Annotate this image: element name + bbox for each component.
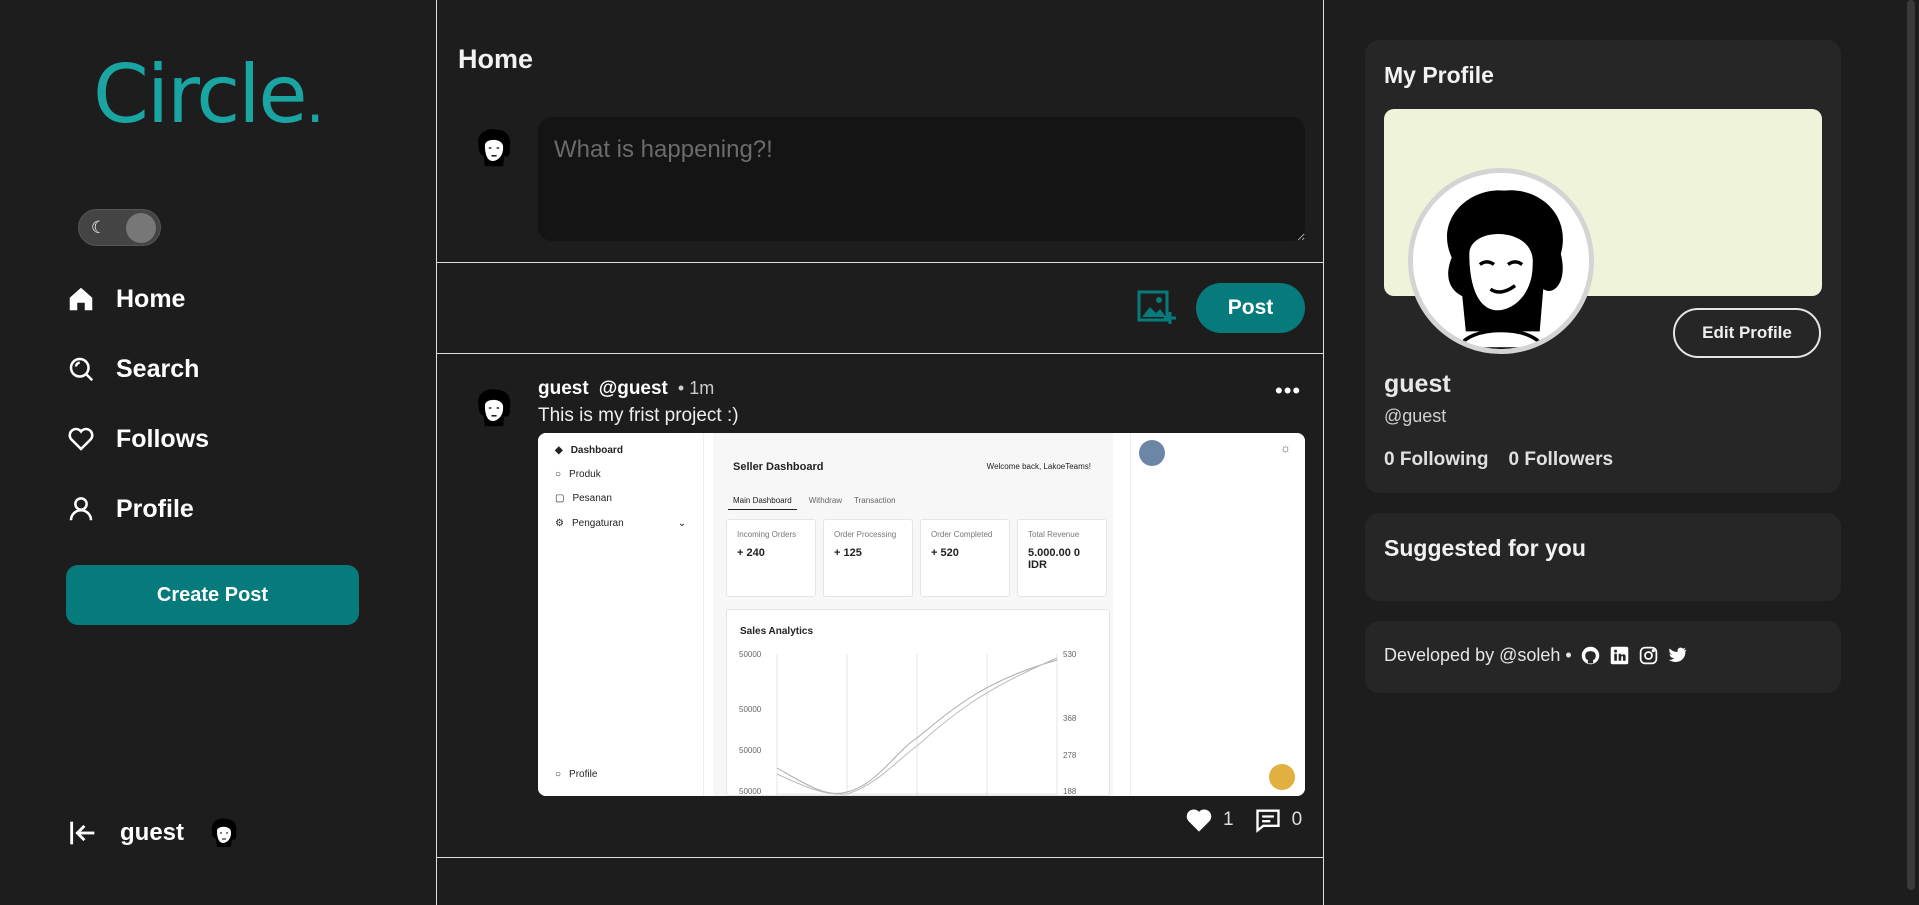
nav-item-profile[interactable]: Profile — [66, 494, 194, 524]
image-welcome: Welcome back, LakoeTeams! — [986, 462, 1091, 471]
more-icon[interactable]: ••• — [1275, 378, 1301, 404]
edit-profile-button[interactable]: Edit Profile — [1673, 308, 1821, 358]
followers-count[interactable]: 0 Followers — [1509, 449, 1614, 471]
divider — [437, 857, 1323, 858]
nav-item-follows[interactable]: Follows — [66, 424, 209, 454]
profile-handle: @guest — [1384, 406, 1447, 426]
footer-text-row: Developed by @soleh • — [1384, 645, 1688, 666]
nav-label: Follows — [116, 424, 210, 453]
heart-icon[interactable] — [1185, 807, 1213, 833]
image-right-panel: ☼ — [1130, 433, 1305, 796]
sun-icon: ☼ — [1280, 441, 1291, 455]
profile-stats: 0 Following 0 Followers — [1384, 449, 1613, 471]
image-dashboard: Seller Dashboard Welcome back, LakoeTeam… — [713, 433, 1113, 796]
post-timestamp: • 1m — [677, 378, 715, 398]
left-sidebar: Circle. ☾ Home Search Follows Profile Cr… — [0, 0, 436, 905]
nav-label: Profile — [116, 494, 194, 523]
toggle-knob — [126, 213, 156, 243]
profile-card-title: My Profile — [1384, 62, 1494, 88]
image-stat-card: Total Revenue 5.000.00 0 IDR — [1017, 519, 1107, 597]
user-icon — [69, 497, 93, 521]
instagram-icon[interactable] — [1638, 645, 1659, 666]
post-actions: 1 0 — [1185, 807, 1302, 833]
footer-text: Developed by @soleh • — [1384, 645, 1572, 665]
logout-row[interactable]: guest — [66, 812, 245, 854]
theme-toggle[interactable]: ☾ — [78, 209, 161, 246]
composer-input[interactable] — [538, 117, 1305, 241]
image-stat-card: Order Processing + 125 — [823, 519, 913, 597]
image-sidebar-item: ⚙ Pengaturan ⌄ — [555, 518, 687, 529]
image-chart: Sales Analytics 50000 50000 50000 50000 … — [726, 609, 1110, 796]
suggested-card: Suggested for you — [1365, 513, 1841, 601]
moon-icon: ☾ — [91, 218, 107, 237]
home-icon — [69, 287, 93, 311]
twitter-icon[interactable] — [1667, 645, 1688, 666]
image-sidebar: ◆ Dashboard ○ Produk ▢ Pesanan ⚙ Pengaturan ⌄… — [538, 433, 704, 796]
logo-dot: . — [305, 67, 325, 137]
divider — [437, 262, 1323, 263]
logo-text: Circle — [93, 48, 308, 141]
footer-card: Developed by @soleh • — [1365, 621, 1841, 693]
sidebar-username: guest — [120, 819, 185, 846]
post-author-handle[interactable]: @guest — [599, 378, 668, 400]
github-icon[interactable] — [1580, 645, 1601, 666]
avatar — [468, 120, 520, 176]
following-count[interactable]: 0 Following — [1384, 449, 1489, 471]
nav-item-home[interactable]: Home — [66, 284, 185, 314]
comment-count: 0 — [1291, 809, 1303, 830]
image-sidebar-item: ○ Profile — [555, 769, 598, 780]
scrollbar-thumb[interactable] — [1907, 0, 1915, 890]
add-image-icon[interactable] — [1137, 290, 1177, 326]
image-sidebar-item: ○ Produk — [555, 469, 601, 480]
avatar[interactable] — [1408, 168, 1594, 354]
page-title: Home — [458, 44, 534, 74]
image-tabs: Main Dashboard Withdraw Transaction — [728, 496, 896, 510]
divider — [437, 353, 1323, 354]
profile-card: My Profile Edit Profile guest @guest 0 F… — [1365, 40, 1841, 493]
nav-label: Home — [116, 284, 186, 313]
image-stat-card: Incoming Orders + 240 — [726, 519, 816, 597]
linkedin-icon[interactable] — [1609, 645, 1630, 666]
profile-name: guest — [1384, 370, 1451, 398]
post-header: guest @guest • 1m — [538, 378, 714, 400]
create-post-button[interactable]: Create Post — [66, 565, 359, 625]
image-avatar — [1139, 440, 1165, 466]
comment-icon[interactable] — [1254, 807, 1282, 833]
image-sidebar-item: ▢ Pesanan — [555, 493, 612, 504]
image-sidebar-item: ◆ Dashboard — [555, 445, 623, 456]
suggested-title: Suggested for you — [1384, 535, 1586, 561]
avatar[interactable] — [468, 380, 520, 436]
image-chart-lines — [776, 654, 1058, 796]
image-badge — [1269, 764, 1295, 790]
image-title: Seller Dashboard — [733, 461, 824, 473]
app-logo[interactable]: Circle. — [93, 48, 325, 141]
search-icon — [69, 357, 94, 382]
post-author-name[interactable]: guest — [538, 378, 589, 400]
nav-item-search[interactable]: Search — [66, 354, 199, 384]
main-column: Home Post guest @guest • 1m ••• This is … — [436, 0, 1324, 905]
image-stat-card: Order Completed + 520 — [920, 519, 1010, 597]
nav-label: Search — [116, 354, 200, 383]
post-text: This is my frist project :) — [538, 405, 739, 426]
post-image[interactable]: ◆ Dashboard ○ Produk ▢ Pesanan ⚙ Pengaturan ⌄… — [538, 433, 1305, 796]
like-count: 1 — [1223, 809, 1234, 830]
avatar — [204, 812, 245, 854]
heart-icon — [68, 427, 94, 451]
post-button[interactable]: Post — [1196, 283, 1305, 333]
logout-icon — [70, 821, 95, 845]
